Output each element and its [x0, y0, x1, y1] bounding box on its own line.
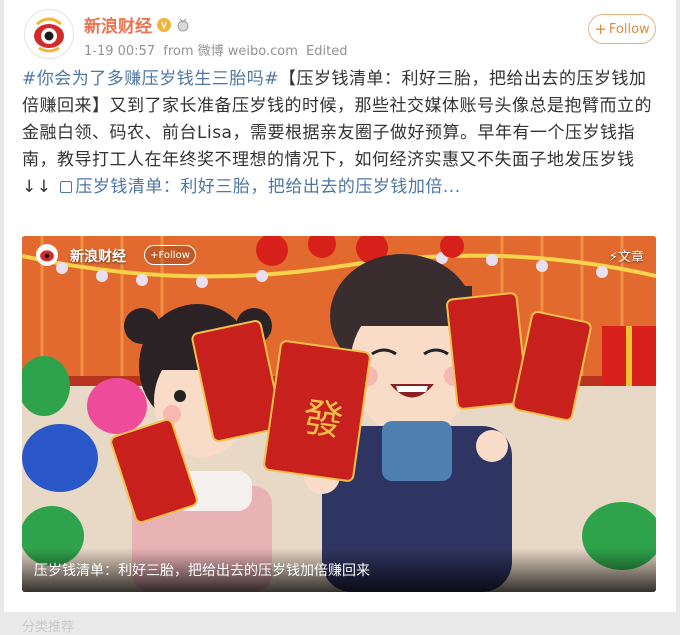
svg-text:V: V: [161, 20, 167, 30]
article-link[interactable]: 压岁钱清单：利好三胎，把给出去的压岁钱加倍...: [75, 177, 460, 197]
plus-icon: +: [594, 20, 607, 38]
new-year-illustration: 發: [22, 236, 656, 592]
lightning-icon: ⚡: [608, 250, 618, 265]
follow-button[interactable]: + Follow: [588, 14, 656, 44]
article-author-avatar[interactable]: [36, 244, 58, 266]
weibo-post-card: 新浪财经 V 1-19 00:57 from 微博 weibo.com Edit…: [4, 0, 676, 612]
post-meta: 1-19 00:57 from 微博 weibo.com Edited: [84, 40, 351, 59]
article-header-overlay: 新浪财经 + Follow ⚡文章: [22, 236, 656, 276]
hashtag-link[interactable]: #你会为了多赚压岁钱生三胎吗#: [22, 69, 279, 89]
article-caption[interactable]: 压岁钱清单：利好三胎，把给出去的压岁钱加倍赚回来: [34, 560, 370, 580]
author-name[interactable]: 新浪财经: [84, 12, 152, 37]
author-avatar[interactable]: [24, 9, 74, 59]
verified-badge-icon: V: [157, 17, 171, 32]
post-timestamp[interactable]: 1-19 00:57: [84, 44, 155, 59]
follow-label: Follow: [608, 21, 650, 37]
article-link-icon: [60, 181, 73, 193]
edited-label[interactable]: Edited: [306, 44, 347, 59]
article-author-name[interactable]: 新浪财经: [70, 246, 126, 266]
post-source: from 微博 weibo.com: [163, 44, 298, 59]
envelope-character: 發: [300, 394, 346, 445]
article-type-badge: ⚡文章: [609, 246, 644, 265]
author-name-row: 新浪财经 V: [84, 12, 190, 37]
article-follow-button[interactable]: + Follow: [144, 245, 196, 265]
article-card[interactable]: 發 新浪财经 + Follow ⚡文章 压岁钱清单：利好三胎，把给出去的压岁钱加倍…: [22, 236, 656, 592]
sina-eye-logo-icon: [26, 11, 72, 57]
article-follow-label: Follow: [158, 249, 190, 261]
plus-icon: +: [150, 249, 159, 261]
medal-badge-icon: [177, 18, 189, 31]
sina-eye-logo-icon: [36, 244, 58, 266]
post-text: #你会为了多赚压岁钱生三胎吗#【压岁钱清单：利好三胎，把给出去的压岁钱加倍赚回来…: [22, 66, 662, 201]
article-caption-bar: 压岁钱清单：利好三胎，把给出去的压岁钱加倍赚回来: [22, 548, 656, 592]
article-type-label: 文章: [617, 250, 644, 265]
